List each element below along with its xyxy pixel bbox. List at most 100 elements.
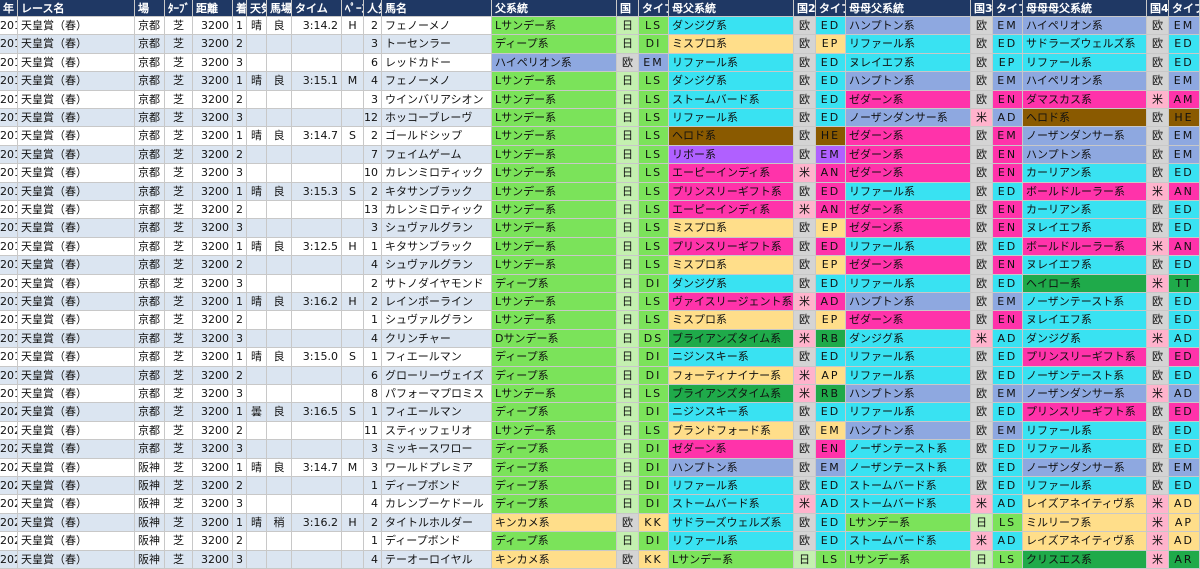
cell-horse-name[interactable]: パフォーマプロミス (382, 385, 492, 404)
cell-going[interactable]: 良 (267, 72, 292, 91)
cell-race-name[interactable]: 天皇賞（春） (18, 90, 135, 109)
cell-year[interactable]: 2015 (0, 127, 18, 146)
cell-distance[interactable]: 3200 (193, 513, 233, 533)
cell-weather[interactable] (247, 329, 267, 349)
cell-year[interactable]: 2014 (0, 109, 18, 128)
cell-type[interactable]: LS (639, 127, 669, 146)
cell-country2[interactable]: 米 (794, 495, 816, 514)
cell-type[interactable]: LS (639, 311, 669, 330)
cell-country4[interactable]: 欧 (1147, 53, 1169, 73)
cell-pace[interactable] (342, 53, 364, 73)
cell-surface[interactable]: 芝 (165, 90, 193, 109)
cell-type3[interactable]: AD (993, 329, 1023, 349)
cell-type4[interactable]: EM (1169, 145, 1200, 165)
cell-distance[interactable]: 3200 (193, 127, 233, 146)
cell-horse-name[interactable]: フェノーメノ (382, 72, 492, 91)
cell-country[interactable]: 日 (617, 440, 639, 459)
cell-horse-name[interactable]: カレンブーケドール (382, 495, 492, 514)
cell-sire-line[interactable]: Lサンデー系 (492, 72, 617, 91)
cell-popularity[interactable]: 1 (364, 311, 382, 330)
cell-race-name[interactable]: 天皇賞（春） (18, 219, 135, 238)
cell-distance[interactable]: 3200 (193, 164, 233, 183)
cell-popularity[interactable]: 2 (364, 127, 382, 146)
cell-popularity[interactable]: 7 (364, 145, 382, 165)
cell-ddam-sire-line[interactable]: ゼダーン系 (846, 201, 971, 220)
cell-country3[interactable]: 欧 (971, 440, 993, 459)
cell-country4[interactable]: 欧 (1147, 164, 1169, 183)
cell-dddam-sire-line[interactable]: ダマスカス系 (1023, 90, 1147, 109)
cell-horse-name[interactable]: レインボーライン (382, 293, 492, 312)
cell-distance[interactable]: 3200 (193, 274, 233, 293)
header-surface[interactable]: ﾀｰﾌﾞ (165, 0, 193, 17)
cell-horse-name[interactable]: ディープボンド (382, 532, 492, 551)
cell-country4[interactable]: 欧 (1147, 201, 1169, 220)
cell-distance[interactable]: 3200 (193, 72, 233, 91)
cell-dam-sire-line[interactable]: ダンジグ系 (669, 17, 794, 36)
cell-distance[interactable]: 3200 (193, 53, 233, 73)
cell-type2[interactable]: AD (816, 495, 846, 514)
cell-pace[interactable] (342, 329, 364, 349)
cell-country[interactable]: 日 (617, 219, 639, 238)
cell-pace[interactable]: S (342, 403, 364, 422)
cell-finish[interactable]: 2 (233, 532, 247, 551)
cell-surface[interactable]: 芝 (165, 109, 193, 128)
cell-popularity[interactable]: 4 (364, 495, 382, 514)
cell-race-name[interactable]: 天皇賞（春） (18, 293, 135, 312)
cell-course[interactable]: 京都 (135, 385, 165, 404)
cell-pace[interactable]: H (342, 237, 364, 257)
cell-race-name[interactable]: 天皇賞（春） (18, 440, 135, 459)
cell-type4[interactable]: ED (1169, 219, 1200, 238)
cell-finish[interactable]: 3 (233, 495, 247, 514)
cell-time[interactable]: 3:16.2 (292, 293, 342, 312)
cell-type[interactable]: EM (639, 53, 669, 73)
cell-type4[interactable]: AD (1169, 329, 1200, 349)
cell-year[interactable]: 2016 (0, 182, 18, 201)
cell-country4[interactable]: 欧 (1147, 219, 1169, 238)
cell-dam-sire-line[interactable]: ハンプトン系 (669, 458, 794, 477)
cell-country[interactable]: 日 (617, 293, 639, 312)
cell-year[interactable]: 2021 (0, 458, 18, 477)
cell-type2[interactable]: ED (816, 274, 846, 293)
cell-pace[interactable] (342, 256, 364, 275)
cell-dddam-sire-line[interactable]: ハイペリオン系 (1023, 72, 1147, 91)
cell-dam-sire-line[interactable]: リファール系 (669, 53, 794, 73)
cell-ddam-sire-line[interactable]: Lサンデー系 (846, 513, 971, 533)
cell-horse-name[interactable]: トーセンラー (382, 35, 492, 54)
cell-ddam-sire-line[interactable]: リファール系 (846, 274, 971, 293)
cell-year[interactable]: 2014 (0, 72, 18, 91)
cell-weather[interactable] (247, 477, 267, 496)
cell-type2[interactable]: EM (816, 458, 846, 477)
cell-time[interactable] (292, 90, 342, 109)
cell-dddam-sire-line[interactable]: レイズアネイティヴ系 (1023, 495, 1147, 514)
cell-type3[interactable]: EN (993, 145, 1023, 165)
cell-type3[interactable]: EM (993, 385, 1023, 404)
cell-year[interactable]: 2018 (0, 329, 18, 349)
cell-pace[interactable]: H (342, 17, 364, 36)
cell-dddam-sire-line[interactable]: ハンプトン系 (1023, 145, 1147, 165)
cell-surface[interactable]: 芝 (165, 256, 193, 275)
cell-type[interactable]: DI (639, 477, 669, 496)
cell-dddam-sire-line[interactable]: ヘロド系 (1023, 109, 1147, 128)
cell-country3[interactable]: 欧 (971, 72, 993, 91)
cell-country2[interactable]: 米 (794, 329, 816, 349)
cell-type3[interactable]: EP (993, 53, 1023, 73)
header-popularity[interactable]: 人気 (364, 0, 382, 17)
cell-horse-name[interactable]: シュヴァルグラン (382, 219, 492, 238)
cell-type4[interactable]: ED (1169, 256, 1200, 275)
cell-horse-name[interactable]: レッドカドー (382, 53, 492, 73)
cell-country3[interactable]: 欧 (971, 219, 993, 238)
cell-country4[interactable]: 米 (1147, 182, 1169, 201)
cell-type4[interactable]: AD (1169, 385, 1200, 404)
cell-country4[interactable]: 米 (1147, 532, 1169, 551)
cell-country2[interactable]: 欧 (794, 458, 816, 477)
cell-weather[interactable] (247, 90, 267, 109)
cell-pace[interactable] (342, 145, 364, 165)
cell-year[interactable]: 2013 (0, 53, 18, 73)
cell-sire-line[interactable]: Lサンデー系 (492, 293, 617, 312)
cell-country3[interactable]: 欧 (971, 201, 993, 220)
cell-race-name[interactable]: 天皇賞（春） (18, 348, 135, 367)
cell-type3[interactable]: AD (993, 109, 1023, 128)
cell-ddam-sire-line[interactable]: ゼダーン系 (846, 256, 971, 275)
header-ddam-sire-line[interactable]: 母母父系統 (846, 0, 971, 17)
cell-pace[interactable]: H (342, 293, 364, 312)
